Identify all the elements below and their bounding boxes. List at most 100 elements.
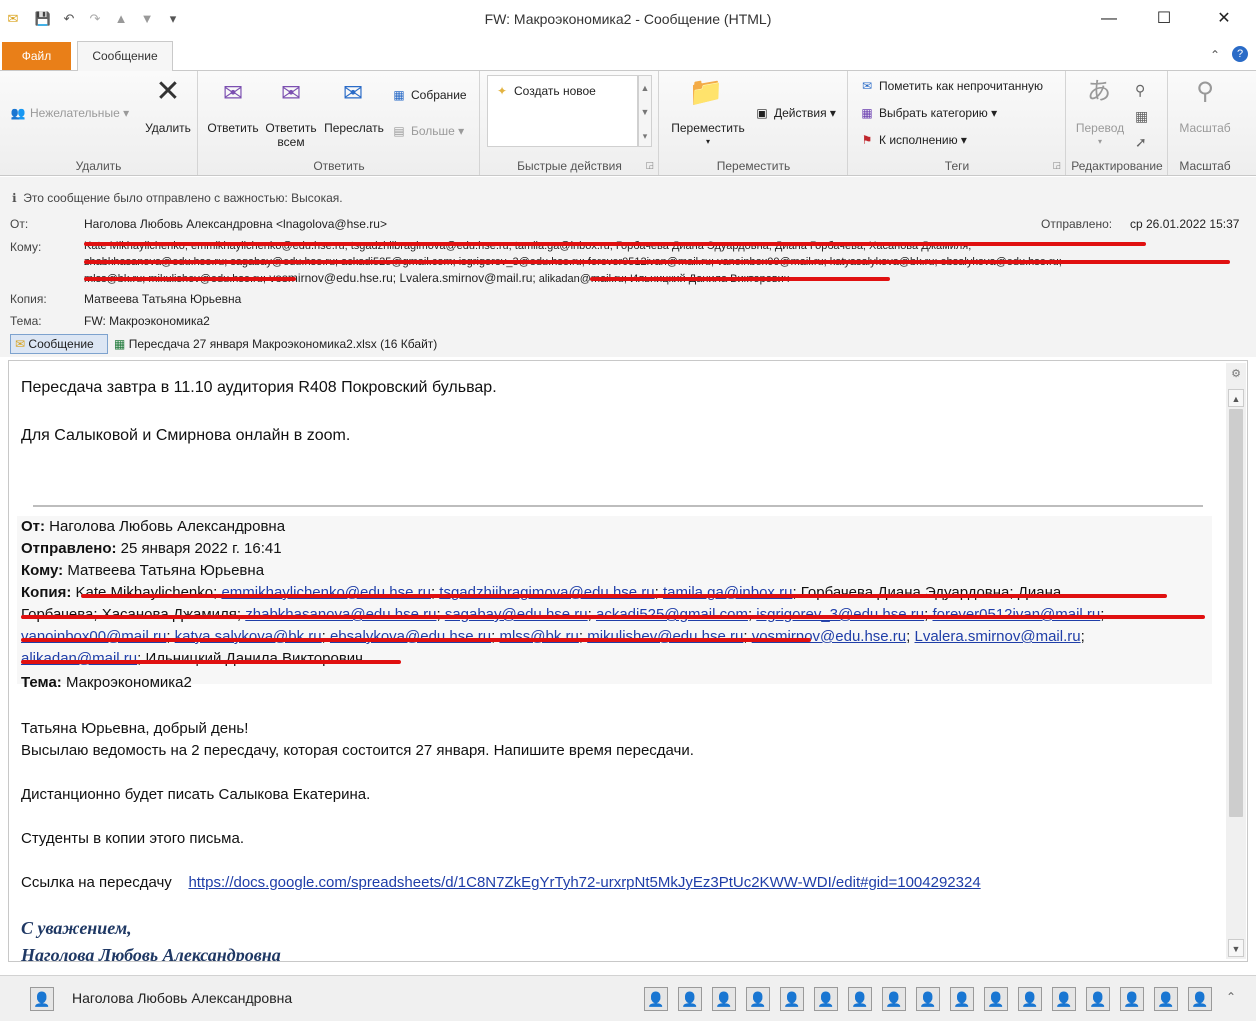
zoom-icon: ⚲ bbox=[1196, 78, 1214, 105]
group-quick-steps: ✦ Создать новое ▲ ▼ ▾ Быстрые действия ◲ bbox=[481, 71, 659, 175]
avatar[interactable]: 👤 bbox=[814, 987, 838, 1011]
fwd-subject-label: Тема: bbox=[21, 674, 62, 691]
email-link[interactable]: tsgadzhiibragimova@edu.hse.ru bbox=[439, 584, 654, 601]
avatar[interactable]: 👤 bbox=[644, 987, 668, 1011]
categorize-button[interactable]: ▦ Выбрать категорию ▾ bbox=[859, 106, 997, 120]
avatar[interactable]: 👤 bbox=[712, 987, 736, 1011]
dialog-launcher-icon[interactable]: ◲ bbox=[645, 160, 654, 171]
email-link[interactable]: emmikhaylichenko@edu.hse.ru bbox=[221, 584, 431, 601]
avatar[interactable]: 👤 bbox=[1188, 987, 1212, 1011]
message-view-tab[interactable]: ✉ Сообщение bbox=[10, 334, 108, 354]
avatar[interactable]: 👤 bbox=[1120, 987, 1144, 1011]
email-link[interactable]: ebsalykova@edu.hse.ru bbox=[330, 628, 491, 645]
sender-avatar[interactable]: 👤 bbox=[30, 987, 54, 1011]
group-label-move: Переместить bbox=[716, 159, 791, 173]
tab-message[interactable]: Сообщение bbox=[77, 41, 173, 72]
group-label-zoom: Масштаб bbox=[1179, 159, 1231, 173]
fwd-to-label: Кому: bbox=[21, 562, 64, 579]
forward-icon: ✉ bbox=[342, 80, 364, 107]
more-icon: ▤ bbox=[393, 124, 405, 138]
avatar[interactable]: 👤 bbox=[678, 987, 702, 1011]
sent-value: ср 26.01.2022 15:37 bbox=[1130, 217, 1240, 231]
find-icons[interactable]: ⚲ ▦ ➚ bbox=[1135, 77, 1148, 155]
reply-button[interactable]: Ответить bbox=[201, 121, 265, 135]
tab-file[interactable]: Файл bbox=[2, 42, 71, 70]
tags-dialog-launcher-icon[interactable]: ◲ bbox=[1052, 160, 1061, 171]
collapse-ribbon-icon[interactable]: ⌃ bbox=[1210, 48, 1220, 62]
actions-button[interactable]: ▣ Действия ▾ bbox=[754, 106, 836, 120]
email-link[interactable]: alikadan@mail.ru bbox=[21, 650, 137, 667]
message-view-label: Сообщение bbox=[28, 337, 94, 351]
select-icon[interactable]: ➚ bbox=[1135, 129, 1148, 155]
mark-unread-button[interactable]: ✉ Пометить как непрочитанную bbox=[859, 79, 1043, 93]
junk-button[interactable]: 👥 Нежелательные ▾ bbox=[10, 106, 130, 120]
move-dropdown-icon: ▾ bbox=[705, 137, 710, 146]
avatar[interactable]: 👤 bbox=[950, 987, 974, 1011]
move-folder-icon: 📁 bbox=[688, 76, 724, 107]
redaction-mark bbox=[21, 660, 401, 664]
expand-people-pane-icon[interactable]: ⌃ bbox=[1226, 990, 1236, 1004]
zoom-button[interactable]: Масштаб bbox=[1169, 121, 1241, 135]
translate-button[interactable]: Перевод ▾ bbox=[1067, 121, 1133, 149]
followup-button[interactable]: ⚑ К исполнению ▾ bbox=[859, 133, 967, 147]
fwd-sent: Отправлено: 25 января 2022 г. 16:41 bbox=[21, 540, 282, 557]
email-link[interactable]: mlss@bk.ru bbox=[499, 628, 578, 645]
help-icon[interactable]: ? bbox=[1232, 46, 1248, 62]
maximize-button[interactable]: ☐ bbox=[1137, 0, 1191, 38]
group-respond: ✉ Ответить ✉ Ответить всем ✉ Переслать ▦ С… bbox=[199, 71, 480, 175]
cc-value[interactable]: Матвеева Татьяна Юрьевна bbox=[84, 292, 241, 306]
find-icon[interactable]: ⚲ bbox=[1135, 77, 1148, 103]
more-respond-button[interactable]: ▤ Больше ▾ bbox=[391, 124, 464, 138]
meeting-label: Собрание bbox=[411, 88, 467, 102]
actions-label: Действия bbox=[774, 106, 827, 120]
fwd-from: От: Наголова Любовь Александровна bbox=[21, 518, 285, 535]
scroll-up-arrow[interactable]: ▲ bbox=[1228, 389, 1244, 407]
scroll-thumb[interactable] bbox=[1229, 409, 1243, 817]
junk-label: Нежелательные bbox=[30, 106, 120, 120]
delete-button[interactable]: Удалить bbox=[138, 121, 198, 135]
forward-button[interactable]: Переслать bbox=[319, 121, 389, 135]
cc-label: Копия: bbox=[10, 292, 47, 306]
paragraph-2: Дистанционно будет писать Салыкова Екате… bbox=[21, 786, 371, 803]
scroll-down-arrow[interactable]: ▼ bbox=[1228, 939, 1244, 957]
vertical-scrollbar[interactable]: ⚙ ▲ ▼ bbox=[1226, 363, 1246, 959]
signature-line-1: С уважением, bbox=[21, 918, 132, 938]
close-button[interactable]: ✕ bbox=[1197, 0, 1251, 38]
move-label: Переместить bbox=[671, 121, 745, 135]
create-new-quick-step[interactable]: ✦ Создать новое bbox=[494, 84, 596, 98]
sender-name[interactable]: Наголова Любовь Александровна bbox=[72, 990, 292, 1006]
meeting-button[interactable]: ▦ Собрание bbox=[391, 88, 467, 102]
group-label-tags: Теги bbox=[944, 159, 970, 173]
spreadsheet-link[interactable]: https://docs.google.com/spreadsheets/d/1… bbox=[188, 874, 980, 891]
avatar[interactable]: 👤 bbox=[984, 987, 1008, 1011]
avatar[interactable]: 👤 bbox=[1154, 987, 1178, 1011]
email-link[interactable]: katya.salykova@bk.ru bbox=[175, 628, 322, 645]
minimize-button[interactable]: — bbox=[1082, 0, 1136, 38]
avatar[interactable]: 👤 bbox=[848, 987, 872, 1011]
avatar[interactable]: 👤 bbox=[780, 987, 804, 1011]
fwd-cc-line-1: Копия: Kate Mikhaylichenko; emmikhaylich… bbox=[21, 584, 1062, 601]
email-link[interactable]: vanoinbox00@mail.ru bbox=[21, 628, 166, 645]
email-link[interactable]: mikulishev@edu.hse.ru bbox=[587, 628, 743, 645]
email-link[interactable]: tamila.ga@inbox.ru bbox=[663, 584, 792, 601]
group-move: 📁 Переместить ▾ ▣ Действия ▾ Переместить bbox=[660, 71, 848, 175]
email-link[interactable]: vosmirnov@edu.hse.ru bbox=[752, 628, 906, 645]
group-label-quick-steps: Быстрые действия bbox=[517, 159, 622, 173]
attachment-file[interactable]: ▦ Пересдача 27 января Макроэкономика2.xl… bbox=[114, 337, 437, 351]
avatar[interactable]: 👤 bbox=[1052, 987, 1076, 1011]
reply-all-button[interactable]: Ответить всем bbox=[259, 121, 323, 149]
quick-steps-scroll[interactable]: ▲ ▼ ▾ bbox=[638, 75, 652, 147]
avatar[interactable]: 👤 bbox=[746, 987, 770, 1011]
avatar[interactable]: 👤 bbox=[882, 987, 906, 1011]
mark-unread-label: Пометить как непрочитанную bbox=[879, 79, 1044, 93]
fwd-sent-value: 25 января 2022 г. 16:41 bbox=[116, 540, 282, 557]
avatar[interactable]: 👤 bbox=[916, 987, 940, 1011]
related-icon[interactable]: ▦ bbox=[1135, 103, 1148, 129]
avatar[interactable]: 👤 bbox=[1018, 987, 1042, 1011]
avatar[interactable]: 👤 bbox=[1086, 987, 1110, 1011]
followup-label: К исполнению bbox=[879, 133, 958, 147]
from-value[interactable]: Наголова Любовь Александровна <lnagolova… bbox=[84, 217, 387, 231]
group-label-respond: Ответить bbox=[313, 159, 365, 173]
email-link[interactable]: Lvalera.smirnov@mail.ru bbox=[915, 628, 1081, 645]
move-button[interactable]: Переместить ▾ bbox=[662, 121, 754, 149]
